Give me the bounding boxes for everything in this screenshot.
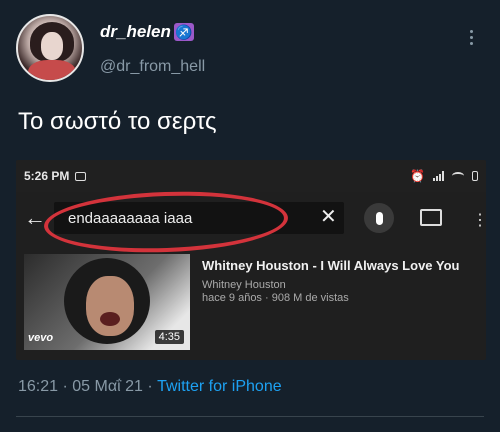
display-name[interactable]: dr_helen ♐ xyxy=(100,22,194,42)
microphone-icon xyxy=(364,203,394,233)
meta-separator-2: · xyxy=(142,378,158,395)
display-name-text[interactable]: dr_helen xyxy=(100,22,171,42)
video-stats: hace 9 años · 908 M de vistas xyxy=(202,292,349,304)
alarm-icon: ⏰ xyxy=(410,169,425,183)
signal-icon xyxy=(433,171,444,181)
video-duration: 4:35 xyxy=(154,330,184,344)
user-handle[interactable]: @dr_from_hell xyxy=(100,58,205,76)
avatar-body xyxy=(28,60,76,80)
attached-screenshot[interactable]: 5:26 PM ⏰ ← endaaaaaaaa iaaa ✕ ⋮ vevo 4:… xyxy=(16,160,486,360)
video-result: vevo 4:35 Whitney Houston - I Will Alway… xyxy=(16,244,486,360)
search-input: endaaaaaaaa iaaa xyxy=(54,202,344,234)
divider xyxy=(16,416,484,417)
video-channel: Whitney Houston xyxy=(202,279,286,291)
wifi-icon xyxy=(452,172,464,180)
menu-icon: ⋮ xyxy=(472,212,486,229)
tweet-time[interactable]: 16:21 xyxy=(18,378,58,395)
search-bar: ← endaaaaaaaa iaaa ✕ ⋮ xyxy=(16,192,486,244)
video-title: Whitney Houston - I Will Always Love You xyxy=(202,258,460,273)
tweet-meta: 16:21 · 05 Μαΐ 21 · Twitter for iPhone xyxy=(18,378,282,396)
tweet-client[interactable]: Twitter for iPhone xyxy=(157,378,282,395)
battery-icon xyxy=(472,171,478,181)
vevo-logo: vevo xyxy=(28,332,54,344)
clear-icon: ✕ xyxy=(320,206,337,228)
back-arrow-icon: ← xyxy=(24,205,46,230)
sagittarius-icon: ♐ xyxy=(173,23,194,41)
status-time: 5:26 PM xyxy=(24,169,70,183)
avatar-face xyxy=(41,32,63,60)
tweet-text: Το σωστό το σερτς xyxy=(18,108,217,135)
avatar[interactable] xyxy=(16,14,84,82)
status-bar: 5:26 PM ⏰ xyxy=(16,160,486,192)
meta-separator: · xyxy=(58,378,73,395)
camera-notification-icon xyxy=(75,171,87,181)
cast-icon xyxy=(420,209,442,226)
tweet-date[interactable]: 05 Μαΐ 21 xyxy=(72,378,143,395)
search-query: endaaaaaaaa iaaa xyxy=(68,209,193,227)
more-options-icon[interactable] xyxy=(470,30,476,45)
video-thumbnail: vevo 4:35 xyxy=(24,254,190,350)
